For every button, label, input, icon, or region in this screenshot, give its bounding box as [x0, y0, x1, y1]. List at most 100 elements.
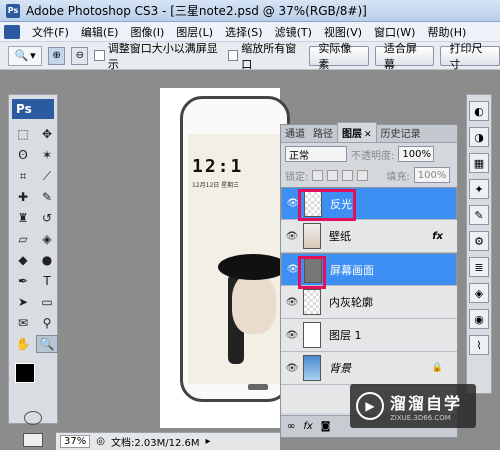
eraser-tool-icon[interactable]: ▱ — [12, 230, 34, 248]
watermark: ▶ 溜溜自学 ZIXUE.3D66.COM — [350, 384, 476, 428]
blend-mode-select[interactable]: 正常 — [285, 146, 347, 162]
menu-image[interactable]: 图像(I) — [124, 24, 170, 40]
layer-row[interactable]: 👁 图层 1 — [281, 319, 457, 352]
paint-bucket-tool-icon[interactable]: ◈ — [36, 230, 58, 248]
healing-brush-tool-icon[interactable]: ✚ — [12, 188, 34, 206]
brushes-icon[interactable]: ✎ — [469, 205, 489, 225]
actual-pixels-button[interactable]: 实际像素 — [309, 42, 369, 71]
zoom-tool-icon: 🔍 — [14, 49, 29, 62]
eye-icon[interactable]: 👁 — [283, 363, 301, 374]
tab-layers[interactable]: 图层 ✕ — [337, 122, 377, 142]
window-title: Adobe Photoshop CS3 - [三星note2.psd @ 37%… — [26, 4, 367, 18]
slice-tool-icon[interactable]: ⟋ — [36, 167, 58, 185]
move-tool-icon[interactable]: ✥ — [36, 125, 58, 143]
foreground-color-swatch[interactable] — [15, 363, 35, 383]
menu-edit[interactable]: 编辑(E) — [75, 24, 125, 40]
status-icon: ◎ — [96, 436, 105, 447]
layer-thumbnail — [303, 355, 321, 381]
marquee-tool-icon[interactable]: ⬚ — [12, 125, 34, 143]
chevron-right-icon[interactable]: ▸ — [206, 436, 211, 447]
tab-history[interactable]: 历史记录 — [377, 123, 425, 142]
tool-preset-picker[interactable]: 🔍 ▾ — [8, 45, 43, 66]
layer-thumbnail — [303, 322, 321, 348]
menu-filter[interactable]: 滤镜(T) — [269, 24, 318, 40]
zoom-in-button[interactable]: ⊕ — [48, 46, 66, 65]
title-bar: Ps Adobe Photoshop CS3 - [三星note2.psd @ … — [0, 0, 500, 22]
checkbox-box[interactable] — [94, 50, 105, 61]
crop-tool-icon[interactable]: ⌗ — [12, 167, 34, 185]
swatches-icon[interactable]: ▦ — [469, 153, 489, 173]
layer-comps-icon[interactable]: ≣ — [469, 257, 489, 277]
clone-stamp-tool-icon[interactable]: ♜ — [12, 209, 34, 227]
mask-icon[interactable]: ◙ — [321, 421, 331, 432]
lock-transparency-icon[interactable] — [312, 169, 324, 181]
highlight-box — [298, 256, 326, 289]
fx-icon[interactable]: fx — [303, 421, 312, 432]
menu-view[interactable]: 视图(V) — [318, 24, 368, 40]
styles-icon[interactable]: ✦ — [469, 179, 489, 199]
layers-icon[interactable]: ◈ — [469, 283, 489, 303]
eye-icon[interactable]: 👁 — [283, 297, 301, 308]
tool-presets-icon[interactable]: ⚙ — [469, 231, 489, 251]
lasso-tool-icon[interactable]: ʘ — [12, 146, 34, 164]
navigator-icon[interactable]: ◐ — [469, 101, 489, 121]
eye-icon[interactable]: 👁 — [283, 231, 301, 242]
zoom-out-button[interactable]: ⊖ — [71, 46, 89, 65]
menu-select[interactable]: 选择(S) — [219, 24, 269, 40]
menu-help[interactable]: 帮助(H) — [421, 24, 472, 40]
tab-paths[interactable]: 路径 — [309, 123, 337, 142]
layer-row[interactable]: 👁 壁纸 fx — [281, 220, 457, 253]
lock-position-icon[interactable] — [342, 169, 354, 181]
ps-menu-icon[interactable] — [4, 24, 20, 39]
brush-tool-icon[interactable]: ✎ — [36, 188, 58, 206]
close-icon[interactable]: ✕ — [364, 130, 372, 140]
magic-wand-tool-icon[interactable]: ✶ — [36, 146, 58, 164]
fill-input[interactable]: 100% — [413, 167, 450, 183]
zoom-all-windows-checkbox[interactable]: 缩放所有窗口 — [227, 40, 304, 72]
fx-icon[interactable]: fx — [432, 231, 443, 242]
layer-row[interactable]: 👁 内灰轮廓 — [281, 286, 457, 319]
layer-name: 内灰轮廓 — [329, 296, 373, 309]
link-icon[interactable]: ∞ — [287, 421, 295, 432]
lock-row: 锁定: 填充: 100% — [281, 165, 457, 185]
eye-icon[interactable]: 👁 — [283, 330, 301, 341]
fit-screen-button[interactable]: 适合屏幕 — [374, 42, 435, 71]
paths-icon[interactable]: ⌇ — [469, 335, 489, 355]
dodge-tool-icon[interactable]: ● — [36, 251, 58, 269]
menu-layer[interactable]: 图层(L) — [170, 24, 219, 40]
resize-window-label: 调整窗口大小以满屏显示 — [107, 41, 218, 71]
screen-mode-icon[interactable] — [23, 433, 43, 447]
phone-home-button — [248, 384, 268, 390]
color-icon[interactable]: ◑ — [469, 127, 489, 147]
shape-tool-icon[interactable]: ▭ — [36, 293, 58, 311]
fill-label: 填充: — [386, 171, 410, 183]
zoom-level[interactable]: 37% — [60, 435, 91, 448]
tab-channels[interactable]: 通道 — [281, 123, 309, 142]
clock-date: 12月12日 星期三 — [192, 182, 240, 189]
ps-logo: Ps — [12, 99, 54, 119]
print-size-button[interactable]: 打印尺寸 — [440, 42, 500, 71]
path-selection-tool-icon[interactable]: ➤ — [12, 293, 34, 311]
notes-tool-icon[interactable]: ✉ — [12, 314, 34, 332]
toolbox: Ps ⬚ ✥ ʘ ✶ ⌗ ⟋ ✚ ✎ ♜ ↺ ▱ ◈ ◆ ● ✒ T ➤ ▭ ✉… — [8, 94, 58, 447]
history-brush-tool-icon[interactable]: ↺ — [36, 209, 58, 227]
eyedropper-tool-icon[interactable]: ⚲ — [36, 314, 58, 332]
zoom-tool-icon[interactable]: 🔍 — [36, 335, 58, 353]
menu-file[interactable]: 文件(F) — [26, 24, 75, 40]
checkbox-box[interactable] — [227, 50, 239, 61]
channels-icon[interactable]: ◉ — [469, 309, 489, 329]
pen-tool-icon[interactable]: ✒ — [12, 272, 34, 290]
type-tool-icon[interactable]: T — [36, 272, 58, 290]
lock-all-icon[interactable] — [357, 169, 369, 181]
blur-tool-icon[interactable]: ◆ — [12, 251, 34, 269]
resize-window-checkbox[interactable]: 调整窗口大小以满屏显示 — [94, 40, 221, 72]
opacity-input[interactable]: 100% — [398, 146, 435, 162]
chevron-down-icon: ▾ — [30, 49, 36, 62]
lock-pixels-icon[interactable] — [327, 169, 339, 181]
layer-thumbnail — [303, 289, 321, 315]
hand-tool-icon[interactable]: ✋ — [12, 335, 34, 353]
layer-row[interactable]: 👁 背景 🔒 — [281, 352, 457, 385]
menu-window[interactable]: 窗口(W) — [368, 24, 421, 40]
layer-name: 背景 — [329, 362, 351, 375]
quick-mask-icon[interactable] — [24, 411, 42, 425]
